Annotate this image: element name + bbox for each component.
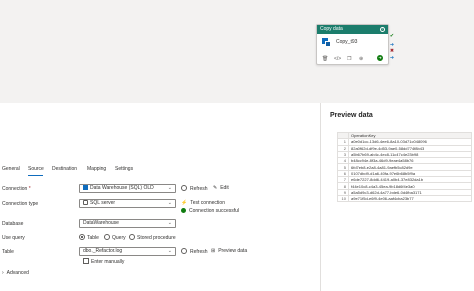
radio-query[interactable]: Query — [104, 234, 126, 241]
add-icon[interactable]: ⊕ — [359, 56, 363, 62]
preview-data-button[interactable]: ⊞ Preview data — [211, 248, 247, 254]
chevron-down-icon: ⌄ — [167, 248, 172, 254]
required-marker: * — [28, 186, 31, 192]
delete-icon[interactable]: 🗑 — [322, 56, 328, 62]
radio-table[interactable]: Table — [79, 234, 99, 241]
activity-header: Copy data i — [317, 25, 388, 34]
refresh-icon — [181, 185, 187, 191]
tab-settings[interactable]: Settings — [115, 166, 133, 172]
connection-type-dropdown[interactable]: SQL server ⌄ — [79, 199, 176, 208]
success-icon — [181, 208, 186, 213]
run-arrow-icon[interactable]: ➜ — [377, 55, 383, 61]
row-number: 10 — [337, 194, 349, 203]
plug-icon: ⚡ — [181, 200, 188, 206]
radio-icon — [104, 234, 110, 240]
test-connection-button[interactable]: ⚡ Test connection — [181, 200, 225, 206]
connection-dropdown[interactable]: Data Warehouse (SQL) OLD ⌄ — [79, 184, 176, 193]
table-dropdown[interactable]: dbo._Refactor.log ⌄ — [79, 247, 176, 256]
operation-key-cell: a9e71f5d-e6f9-4e06-aaf4cba23b77 — [348, 194, 472, 203]
preview-icon: ⊞ — [211, 248, 216, 254]
chevron-down-icon: ⌄ — [167, 185, 172, 191]
server-icon — [83, 200, 88, 205]
connection-label: Connection * — [2, 186, 31, 192]
activity-header-label: Copy data — [320, 26, 343, 32]
tab-destination[interactable]: Destination — [52, 166, 77, 172]
table-refresh-button[interactable]: Refresh — [181, 248, 208, 255]
enter-manually-checkbox[interactable]: Enter manually — [83, 258, 124, 265]
tab-general[interactable]: General — [2, 166, 20, 172]
refresh-icon — [181, 248, 187, 254]
active-tab-indicator — [28, 175, 43, 176]
preview-table: OperationKey 1 a0e0d1cc-13d6-4ee6-8a10-03… — [337, 131, 472, 203]
connection-type-label: Connection type — [2, 201, 39, 207]
chevron-down-icon: ⌄ — [167, 220, 172, 226]
preview-title: Preview data — [330, 112, 373, 119]
connection-status: Connection successful — [181, 208, 239, 214]
use-query-label: Use query — [2, 235, 25, 241]
database-dropdown[interactable]: DataWarehouse ⌄ — [79, 219, 176, 228]
tab-source[interactable]: Source — [28, 166, 44, 172]
radio-selected-icon — [79, 234, 85, 240]
arrow-right-icon[interactable]: ➜ — [389, 55, 395, 61]
chevron-right-icon: › — [2, 270, 4, 276]
pipeline-canvas[interactable]: Copy data i Copy_t93 🗑 </> ❐ ⊕ ➜ ✔ ➜ ✖ ➜ — [0, 0, 474, 103]
warehouse-icon — [83, 185, 88, 190]
close-icon[interactable]: ✖ — [389, 48, 395, 54]
check-icon[interactable]: ✔ — [389, 33, 395, 39]
refresh-button[interactable]: Refresh — [181, 185, 208, 192]
radio-icon — [129, 234, 135, 240]
chevron-down-icon: ⌄ — [167, 200, 172, 206]
activity-name: Copy_t93 — [336, 39, 358, 45]
tab-mapping[interactable]: Mapping — [87, 166, 106, 172]
database-label: Database — [2, 221, 24, 227]
edit-button[interactable]: ✎ Edit — [213, 185, 229, 191]
table-row: 10 a9e71f5d-e6f9-4e06-aaf4cba23b77 — [337, 194, 472, 203]
advanced-section-toggle[interactable]: › Advanced — [2, 270, 29, 276]
radio-stored-procedure[interactable]: Stored procedure — [129, 234, 176, 241]
panel-divider — [320, 103, 321, 291]
copy-data-icon — [322, 38, 331, 47]
checkbox-icon — [83, 258, 89, 264]
edit-icon: ✎ — [213, 185, 218, 191]
table-label: Table — [2, 249, 14, 255]
copy-data-activity[interactable]: Copy data i Copy_t93 🗑 </> ❐ ⊕ ➜ — [316, 24, 389, 65]
code-icon[interactable]: </> — [334, 56, 341, 62]
copy-icon[interactable]: ❐ — [347, 56, 351, 62]
info-icon[interactable]: i — [380, 27, 385, 32]
